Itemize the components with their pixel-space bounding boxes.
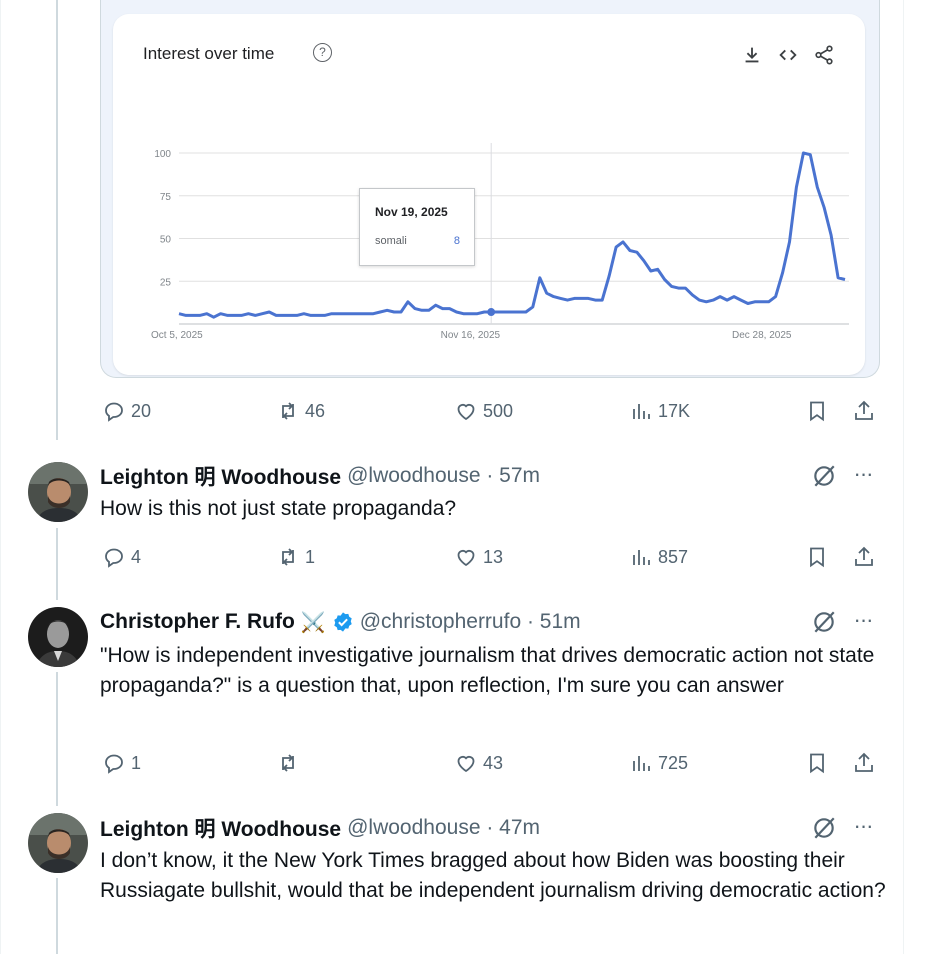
thread-line <box>56 528 58 600</box>
reply-button[interactable]: 20 <box>102 396 151 426</box>
column-border-left <box>0 0 1 954</box>
thread-line <box>56 672 58 806</box>
repost-icon <box>282 548 294 566</box>
x-tick-label: Nov 16, 2025 <box>441 330 501 341</box>
column-border-right <box>903 0 904 954</box>
hover-point <box>487 308 496 317</box>
series-line-somali <box>178 151 846 319</box>
interest-over-time-chart: 100 75 50 25 Oct 5, 2025 Nov 16, 2025 Dec 28, … <box>151 143 849 341</box>
post-text: "How is independent investigative journa… <box>100 644 875 697</box>
post-header: Leighton 明 Woodhouse @lwoodhouse · 57m <box>100 463 540 489</box>
views-button[interactable]: 857 <box>629 542 688 572</box>
reply-count: 20 <box>131 400 152 421</box>
views-button[interactable]: 17K <box>629 396 690 426</box>
handle-time[interactable]: @lwoodhouse · 57m <box>347 464 540 488</box>
reply-icon <box>105 402 123 422</box>
post-action-bar: 1 43 725 <box>100 748 880 778</box>
reply-icon <box>105 754 123 774</box>
display-name[interactable]: Leighton 明 Woodhouse <box>100 813 341 843</box>
share-button[interactable] <box>852 542 876 572</box>
post-header: Leighton 明 Woodhouse @lwoodhouse · 47m <box>100 815 540 841</box>
repost-count: 1 <box>305 546 316 567</box>
share-upload-icon <box>855 752 873 772</box>
like-count: 43 <box>483 752 504 773</box>
y-tick-label: 75 <box>160 192 172 203</box>
reply-count: 4 <box>131 546 142 567</box>
repost-button[interactable]: 46 <box>276 396 325 426</box>
bookmark-icon <box>810 753 824 774</box>
like-count: 13 <box>483 546 504 567</box>
avatar[interactable] <box>28 607 88 667</box>
y-tick-label: 25 <box>160 277 172 288</box>
heart-icon <box>457 549 475 567</box>
more-options-icon[interactable]: ··· <box>850 463 876 491</box>
handle-time[interactable]: @lwoodhouse · 47m <box>347 816 540 840</box>
avatar-photo <box>28 462 88 522</box>
avatar[interactable] <box>28 462 88 522</box>
tweet-action-bar: 20 46 500 17K <box>100 396 880 426</box>
grok-icon[interactable] <box>811 463 837 489</box>
bookmark-button[interactable] <box>805 748 829 778</box>
bookmark-button[interactable] <box>805 542 829 572</box>
view-count: 725 <box>658 752 689 773</box>
verified-badge-icon[interactable] <box>332 611 354 633</box>
tooltip-value: 8 <box>453 235 460 247</box>
repost-button[interactable] <box>276 748 305 778</box>
x-tick-label: Dec 28, 2025 <box>732 330 792 341</box>
bookmark-icon <box>810 401 824 422</box>
reply-button[interactable]: 1 <box>102 748 141 778</box>
like-count: 500 <box>483 400 514 421</box>
repost-button[interactable]: 1 <box>276 542 315 572</box>
grok-icon[interactable] <box>811 609 837 635</box>
avatar[interactable] <box>28 813 88 873</box>
more-options-icon[interactable]: ··· <box>850 609 876 637</box>
trends-card: Interest over time ? 100 75 50 25 Oct 5, 202… <box>113 14 865 375</box>
name-emoji: ⚔️ <box>300 611 326 634</box>
share-button[interactable] <box>852 396 876 426</box>
y-tick-label: 100 <box>154 149 171 160</box>
share-upload-icon <box>855 546 873 566</box>
display-name[interactable]: Leighton 明 Woodhouse <box>100 461 341 491</box>
avatar-photo <box>28 813 88 873</box>
views-icon <box>633 550 650 565</box>
post-header: Christopher F. Rufo ⚔️ @christopherrufo … <box>100 609 581 635</box>
y-tick-label: 50 <box>160 235 172 246</box>
chart-tooltip: Nov 19, 2025 somali 8 <box>359 188 475 266</box>
bookmark-button[interactable] <box>805 396 829 426</box>
heart-icon <box>457 755 475 773</box>
repost-icon <box>282 754 294 772</box>
share-upload-icon <box>855 400 873 420</box>
post-media-image[interactable]: Interest over time ? 100 75 50 25 Oct 5, 202… <box>100 0 880 378</box>
post-text: I don’t know, it the New York Times brag… <box>100 849 886 902</box>
thread-line <box>56 878 58 954</box>
views-icon <box>633 756 650 771</box>
repost-count: 46 <box>305 400 326 421</box>
avatar-photo <box>28 607 88 667</box>
bookmark-icon <box>810 547 824 568</box>
handle-time[interactable]: @christopherrufo · 51m <box>360 610 581 634</box>
repost-icon <box>282 402 294 420</box>
reply-button[interactable]: 4 <box>102 542 141 572</box>
views-button[interactable]: 725 <box>629 748 688 778</box>
views-icon <box>633 404 650 419</box>
reply-count: 1 <box>131 752 142 773</box>
heart-icon <box>457 403 475 421</box>
post-text: How is this not just state propaganda? <box>100 497 457 520</box>
display-name[interactable]: Christopher F. Rufo <box>100 610 295 634</box>
view-count: 857 <box>658 546 689 567</box>
like-button[interactable]: 500 <box>454 396 513 426</box>
grok-icon[interactable] <box>811 815 837 841</box>
thread-line <box>56 0 58 440</box>
view-count: 17K <box>658 400 691 421</box>
more-options-icon[interactable]: ··· <box>850 815 876 843</box>
post-action-bar: 4 1 13 857 <box>100 542 880 572</box>
like-button[interactable]: 43 <box>454 748 503 778</box>
reply-icon <box>105 548 123 568</box>
tooltip-term: somali <box>375 235 407 247</box>
x-tick-label: Oct 5, 2025 <box>151 330 203 341</box>
share-button[interactable] <box>852 748 876 778</box>
like-button[interactable]: 13 <box>454 542 503 572</box>
tooltip-date: Nov 19, 2025 <box>375 205 448 219</box>
